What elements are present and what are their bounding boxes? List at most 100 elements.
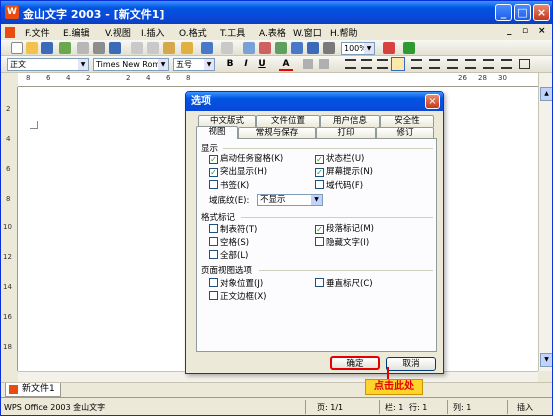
- char-border-icon[interactable]: [303, 59, 313, 69]
- close-button[interactable]: ×: [533, 4, 550, 21]
- tab-view[interactable]: 视图: [196, 126, 238, 139]
- checkbox-screentips[interactable]: ✓ 屏幕提示(N): [315, 167, 373, 177]
- checkbox-box[interactable]: [209, 180, 218, 189]
- print-icon[interactable]: [93, 42, 105, 54]
- checkbox-box[interactable]: [315, 180, 324, 189]
- menu-window[interactable]: W.窗口: [293, 26, 322, 39]
- drawing-icon[interactable]: [307, 42, 319, 54]
- help-icon[interactable]: [383, 42, 395, 54]
- numbering-icon[interactable]: [447, 59, 458, 69]
- menu-format[interactable]: O.格式: [179, 26, 207, 39]
- checkbox-statusbar[interactable]: ✓ 状态栏(U): [315, 154, 364, 164]
- zoom-dropdown-icon[interactable]: ▼: [364, 43, 374, 54]
- bullets-icon[interactable]: [465, 59, 476, 69]
- table-icon[interactable]: [259, 42, 271, 54]
- font-select[interactable]: Times New Roman ▼: [93, 58, 169, 71]
- font-dropdown-icon[interactable]: ▼: [158, 59, 168, 70]
- char-shading-icon[interactable]: [319, 59, 329, 69]
- spell-check-icon[interactable]: [109, 42, 121, 54]
- checkbox-box[interactable]: ✓: [315, 225, 324, 234]
- increase-indent-icon[interactable]: [501, 59, 512, 69]
- status-insert-mode[interactable]: 插入: [517, 402, 533, 413]
- checkbox-box[interactable]: ✓: [209, 155, 218, 164]
- checkbox-box[interactable]: ✓: [209, 168, 218, 177]
- vertical-scrollbar[interactable]: ▲ ▼: [538, 73, 552, 371]
- italic-button[interactable]: I: [239, 58, 253, 71]
- checkbox-field-codes[interactable]: 域代码(F): [315, 180, 363, 191]
- menu-close-icon[interactable]: ×: [538, 26, 546, 36]
- select-pointer-icon[interactable]: [403, 42, 415, 54]
- tab-file-locations[interactable]: 文件位置: [256, 115, 320, 127]
- decrease-indent-icon[interactable]: [483, 59, 494, 69]
- checkbox-box[interactable]: [209, 250, 218, 259]
- ok-button[interactable]: 确定: [330, 356, 380, 370]
- scroll-up-icon[interactable]: ▲: [540, 87, 552, 101]
- zoom-select[interactable]: 100% ▼: [341, 42, 375, 55]
- menu-minimize-icon[interactable]: _: [507, 26, 512, 36]
- tab-user-info[interactable]: 用户信息: [320, 115, 380, 127]
- checkbox-box[interactable]: ✓: [315, 168, 324, 177]
- undo-icon[interactable]: [201, 42, 213, 54]
- size-dropdown-icon[interactable]: ▼: [204, 59, 214, 70]
- checkbox-text-boundaries[interactable]: 正文边框(X): [209, 291, 266, 302]
- checkbox-all-marks[interactable]: 全部(L): [209, 250, 248, 261]
- align-left-icon[interactable]: [345, 59, 356, 69]
- align-right-icon[interactable]: [377, 59, 388, 69]
- menu-insert[interactable]: I.插入: [141, 26, 165, 39]
- line-spacing-icon[interactable]: [429, 59, 440, 69]
- menu-file[interactable]: F.文件: [25, 26, 50, 39]
- print-preview-icon[interactable]: [77, 42, 89, 54]
- checkbox-box[interactable]: [209, 278, 218, 287]
- borders-icon[interactable]: [519, 59, 530, 69]
- insert-table-icon[interactable]: [275, 42, 287, 54]
- field-shading-select[interactable]: 不显示 ▼: [257, 194, 323, 206]
- cancel-button[interactable]: 取消: [386, 357, 436, 371]
- menu-restore-icon[interactable]: ▫: [522, 26, 528, 36]
- menu-help[interactable]: H.帮助: [330, 26, 357, 39]
- checkbox-vertical-ruler[interactable]: 垂直标尺(C): [315, 278, 373, 289]
- checkbox-box[interactable]: [209, 224, 218, 233]
- bold-button[interactable]: B: [223, 58, 237, 71]
- cut-icon[interactable]: [131, 42, 143, 54]
- checkbox-spaces[interactable]: 空格(S): [209, 237, 249, 248]
- style-select[interactable]: 正文 ▼: [7, 58, 89, 71]
- new-icon[interactable]: [11, 42, 23, 54]
- checkbox-startup-taskpane[interactable]: ✓ 启动任务窗格(K): [209, 154, 283, 164]
- checkbox-box[interactable]: [315, 278, 324, 287]
- paste-icon[interactable]: [163, 42, 175, 54]
- dialog-close-icon[interactable]: ×: [425, 94, 440, 109]
- columns-icon[interactable]: [291, 42, 303, 54]
- size-select[interactable]: 五号 ▼: [173, 58, 215, 71]
- justify-icon[interactable]: [391, 57, 405, 71]
- checkbox-box[interactable]: [315, 237, 324, 246]
- checkbox-tab-chars[interactable]: 制表符(T): [209, 224, 257, 235]
- tab-security[interactable]: 安全性: [380, 115, 434, 127]
- checkbox-bookmarks[interactable]: 书签(K): [209, 180, 249, 191]
- checkbox-object-anchors[interactable]: 对象位置(J): [209, 278, 263, 289]
- checkbox-hidden-text[interactable]: 隐藏文字(I): [315, 237, 369, 248]
- chevron-down-icon[interactable]: ▼: [311, 195, 322, 205]
- checkbox-box[interactable]: [209, 291, 218, 300]
- underline-button[interactable]: U: [255, 58, 269, 71]
- email-icon[interactable]: [59, 42, 71, 54]
- menu-table[interactable]: A.表格: [259, 26, 286, 39]
- menu-edit[interactable]: E.编辑: [63, 26, 90, 39]
- show-marks-icon[interactable]: [323, 42, 335, 54]
- redo-icon[interactable]: [221, 42, 233, 54]
- checkbox-box[interactable]: [209, 237, 218, 246]
- distribute-icon[interactable]: [411, 59, 422, 69]
- scroll-down-icon[interactable]: ▼: [540, 353, 552, 367]
- format-painter-icon[interactable]: [181, 42, 193, 54]
- font-color-button[interactable]: A: [279, 58, 293, 71]
- maximize-button[interactable]: □: [514, 4, 531, 21]
- save-icon[interactable]: [41, 42, 53, 54]
- document-tab[interactable]: 新文件1: [5, 383, 61, 397]
- copy-icon[interactable]: [147, 42, 159, 54]
- menu-view[interactable]: V.视图: [105, 26, 131, 39]
- checkbox-highlight[interactable]: ✓ 突出显示(H): [209, 167, 267, 177]
- minimize-button[interactable]: _: [495, 4, 512, 21]
- menu-tools[interactable]: T.工具: [220, 26, 245, 39]
- checkbox-paragraph-marks[interactable]: ✓ 段落标记(M): [315, 224, 374, 234]
- open-icon[interactable]: [26, 42, 38, 54]
- style-dropdown-icon[interactable]: ▼: [78, 59, 88, 70]
